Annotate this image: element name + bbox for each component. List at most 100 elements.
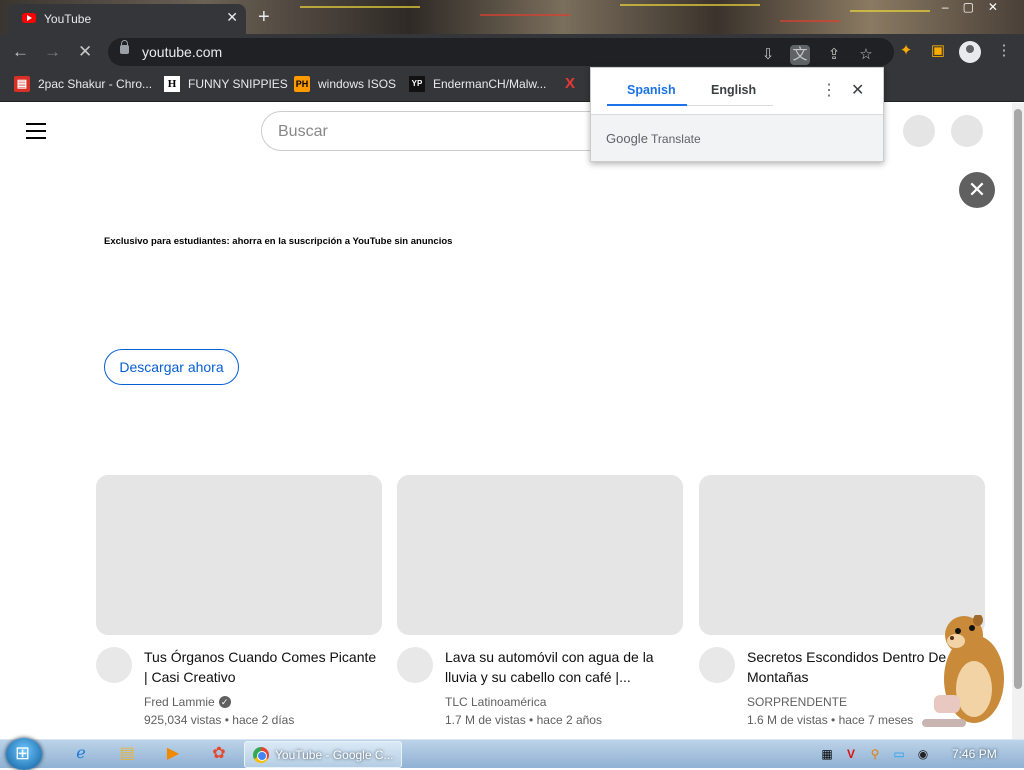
video-thumbnail[interactable] bbox=[397, 475, 683, 635]
video-thumbnail[interactable] bbox=[699, 475, 985, 635]
browser-toolbar: ← → ✕ youtube.com ⇩ 文 ⇪ ☆ ✦ ▣ ⋮ bbox=[0, 34, 1024, 68]
promo-text: Exclusivo para estudiantes: ahorra en la… bbox=[104, 236, 453, 247]
taskbar-clock[interactable]: 7:46 PM bbox=[952, 747, 997, 761]
youtube-page: Buscar ✕ Exclusivo para estudiantes: aho… bbox=[0, 103, 1012, 739]
x-logo-icon: X bbox=[564, 75, 575, 92]
video-card[interactable]: Lava su automóvil con agua de la lluvia … bbox=[397, 475, 683, 727]
page-scrollbar[interactable] bbox=[1012, 103, 1024, 739]
channel-avatar[interactable] bbox=[699, 647, 735, 683]
view-count: 925,034 vistas bbox=[144, 713, 222, 727]
task-label: YouTube - Google C... bbox=[275, 748, 394, 762]
internet-explorer-icon[interactable]: ℯ bbox=[70, 743, 92, 765]
translate-wordmark: Translate bbox=[651, 132, 701, 146]
antivirus-tray-icon[interactable]: V bbox=[842, 745, 860, 763]
channel-name-row: TLC Latinoamérica bbox=[445, 695, 546, 709]
video-title[interactable]: Secretos Escondidos Dentro De Montañas bbox=[747, 647, 947, 687]
bookmark-label: 2pac Shakur - Chro... bbox=[38, 77, 153, 91]
language-tab-spanish[interactable]: Spanish bbox=[627, 83, 676, 97]
channel-avatar[interactable] bbox=[397, 647, 433, 683]
meta-separator: • bbox=[529, 713, 534, 727]
video-meta: 1.7 M de vistas • hace 2 años bbox=[445, 713, 602, 727]
channel-name[interactable]: SORPRENDENTE bbox=[747, 695, 847, 709]
yp-logo-icon: YP bbox=[409, 76, 425, 92]
view-count: 1.6 M de vistas bbox=[747, 713, 828, 727]
lock-icon[interactable] bbox=[120, 40, 129, 54]
google-wordmark: Google bbox=[606, 131, 648, 146]
hamburger-menu-icon[interactable] bbox=[26, 123, 46, 144]
bookmark-label: FUNNY SNIPPIES bbox=[188, 77, 288, 91]
file-explorer-icon[interactable]: ▤ bbox=[116, 743, 138, 765]
video-title[interactable]: Tus Órganos Cuando Comes Picante | Casi … bbox=[144, 647, 380, 687]
google-translate-logo: Google Translate bbox=[606, 131, 701, 146]
tray-app-icon[interactable]: ▦ bbox=[818, 745, 836, 763]
window-controls[interactable]: –▢✕ bbox=[942, 0, 1012, 14]
notification-placeholder-icon[interactable] bbox=[903, 115, 935, 147]
translate-footer: Google Translate bbox=[591, 115, 883, 161]
bookmark-item-2pac[interactable]: ▤ 2pac Shakur - Chro... bbox=[14, 76, 152, 92]
scrollbar-thumb[interactable] bbox=[1014, 109, 1022, 689]
channel-name[interactable]: Fred Lammie bbox=[144, 695, 215, 709]
search-tray-icon[interactable]: ⚲ bbox=[866, 745, 884, 763]
channel-name[interactable]: TLC Latinoamérica bbox=[445, 695, 546, 709]
channel-name-row: SORPRENDENTE bbox=[747, 695, 847, 709]
tab-title: YouTube bbox=[44, 12, 92, 26]
stop-loading-icon[interactable]: ✕ bbox=[78, 42, 92, 62]
bookmark-item-funny-snippies[interactable]: H FUNNY SNIPPIES bbox=[164, 76, 288, 92]
video-card[interactable]: Tus Órganos Cuando Comes Picante | Casi … bbox=[96, 475, 382, 727]
translate-popup: Spanish English ⋮ ✕ Google Translate bbox=[590, 67, 884, 162]
back-arrow-icon[interactable]: ← bbox=[12, 42, 29, 62]
search-placeholder: Buscar bbox=[278, 123, 328, 140]
address-bar[interactable]: youtube.com ⇩ 文 ⇪ ☆ bbox=[108, 38, 894, 66]
channel-name-row: Fred Lammie ✓ bbox=[144, 695, 231, 709]
bookmark-item-windows-isos[interactable]: PH windows ISOS bbox=[294, 76, 396, 92]
browser-tab-youtube[interactable]: YouTube ✕ bbox=[8, 4, 246, 34]
bookmark-item-x[interactable]: X bbox=[562, 76, 578, 92]
video-card[interactable]: Secretos Escondidos Dentro De Montañas S… bbox=[699, 475, 985, 727]
hamster-sticker-image bbox=[922, 615, 1004, 727]
account-avatar-placeholder[interactable] bbox=[951, 115, 983, 147]
active-tab-underline bbox=[607, 104, 687, 106]
translate-icon[interactable]: 文 bbox=[790, 45, 810, 65]
extensions-puzzle-icon[interactable]: ✦ bbox=[896, 41, 916, 61]
channel-avatar[interactable] bbox=[96, 647, 132, 683]
view-count: 1.7 M de vistas bbox=[445, 713, 526, 727]
calendar-icon: ▤ bbox=[14, 76, 30, 92]
paint-icon[interactable]: ✿ bbox=[208, 743, 230, 765]
install-app-icon[interactable]: ⇩ bbox=[758, 45, 778, 65]
youtube-favicon-icon bbox=[22, 13, 36, 23]
url-text[interactable]: youtube.com bbox=[142, 44, 222, 60]
translate-close-icon[interactable]: ✕ bbox=[851, 80, 864, 100]
side-panel-icon[interactable]: ▣ bbox=[928, 41, 948, 61]
chrome-icon bbox=[253, 747, 269, 763]
upload-age: hace 7 meses bbox=[838, 713, 914, 727]
browser-tab-strip: YouTube ✕ + –▢✕ bbox=[0, 0, 1024, 34]
browser-menu-icon[interactable]: ⋮ bbox=[994, 41, 1014, 61]
bookmark-label: EndermanCH/Malw... bbox=[433, 77, 547, 91]
close-banner-icon[interactable]: ✕ bbox=[959, 172, 995, 208]
upload-age: hace 2 años bbox=[536, 713, 602, 727]
forward-arrow-icon[interactable]: → bbox=[44, 42, 61, 62]
bookmark-label: windows ISOS bbox=[318, 77, 397, 91]
share-icon[interactable]: ⇪ bbox=[824, 45, 844, 65]
verified-check-icon: ✓ bbox=[218, 696, 231, 708]
bookmark-item-endermanch[interactable]: YP EndermanCH/Malw... bbox=[409, 76, 546, 92]
ph-logo-icon: PH bbox=[294, 76, 310, 92]
bookmark-star-icon[interactable]: ☆ bbox=[856, 45, 876, 65]
volume-tray-icon[interactable]: ◉ bbox=[914, 745, 932, 763]
upload-age: hace 2 días bbox=[232, 713, 295, 727]
translate-options-icon[interactable]: ⋮ bbox=[821, 80, 837, 100]
new-tab-icon[interactable]: + bbox=[258, 6, 270, 29]
video-title[interactable]: Lava su automóvil con agua de la lluvia … bbox=[445, 647, 681, 687]
tab-close-icon[interactable]: ✕ bbox=[226, 9, 238, 26]
taskbar-chrome-window[interactable]: YouTube - Google C... bbox=[244, 741, 402, 768]
video-thumbnail[interactable] bbox=[96, 475, 382, 635]
start-button[interactable] bbox=[6, 738, 42, 770]
download-now-button[interactable]: Descargar ahora bbox=[104, 349, 239, 385]
meta-separator: • bbox=[224, 713, 229, 727]
network-tray-icon[interactable]: ▭ bbox=[890, 745, 908, 763]
meta-separator: • bbox=[831, 713, 836, 727]
language-tab-english[interactable]: English bbox=[711, 83, 756, 97]
media-player-icon[interactable]: ▶ bbox=[162, 743, 184, 765]
windows-taskbar: ℯ ▤ ▶ ✿ YouTube - Google C... ▦ V ⚲ ▭ ◉ … bbox=[0, 738, 1024, 770]
profile-avatar-icon[interactable] bbox=[959, 41, 981, 63]
